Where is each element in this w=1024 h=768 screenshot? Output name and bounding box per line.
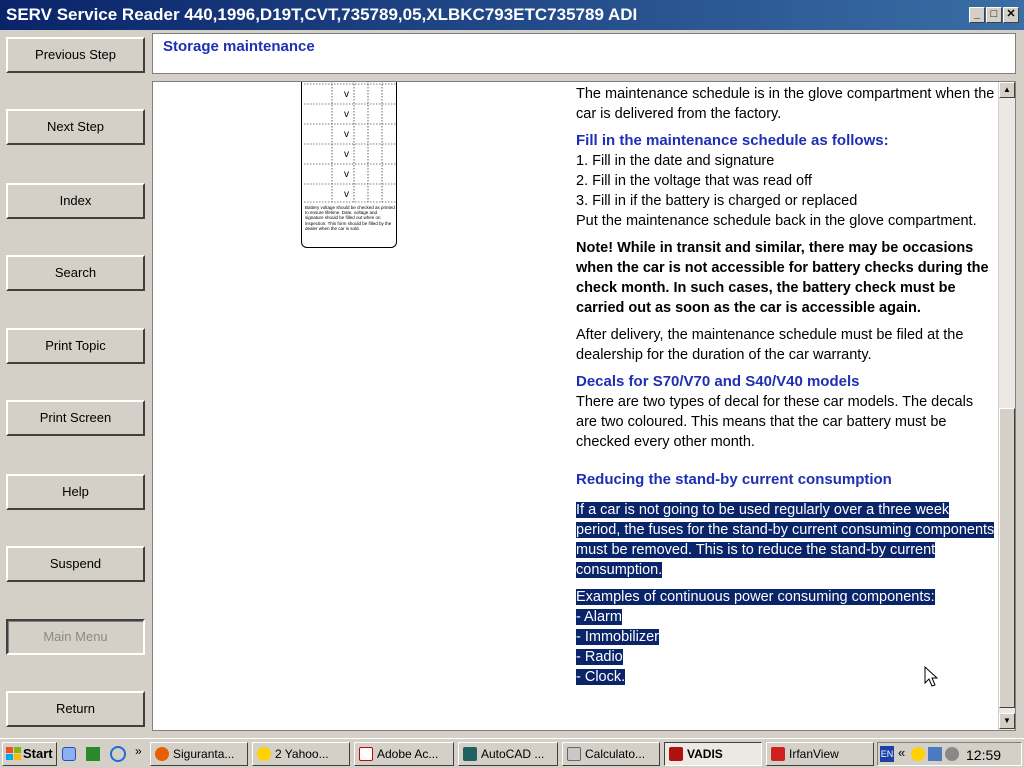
list-item: - Radio: [576, 649, 623, 665]
selected-paragraph: Examples of continuous power consuming c…: [576, 589, 935, 605]
windows-logo-icon: [6, 747, 21, 760]
vadis-icon: [669, 747, 683, 761]
decal-check-mark: v: [344, 189, 349, 200]
step-item: 2. Fill in the voltage that was read off: [576, 173, 812, 189]
decal-fine-print: Battery voltage should be checked as pri…: [305, 205, 395, 231]
decal-check-mark: v: [344, 89, 349, 100]
step-item: 1. Fill in the date and signature: [576, 153, 775, 169]
next-step-button[interactable]: Next Step: [6, 109, 145, 145]
vertical-scrollbar[interactable]: ▲ ▼: [998, 82, 1015, 730]
scroll-up-icon[interactable]: ▲: [999, 82, 1015, 98]
suspend-button[interactable]: Suspend: [6, 546, 145, 582]
network-tray-icon[interactable]: [928, 747, 942, 761]
return-button[interactable]: Return: [6, 691, 145, 727]
content-pane[interactable]: v v v v v v Battery voltage should be ch…: [152, 81, 1016, 731]
task-autocad[interactable]: AutoCAD ...: [458, 742, 558, 766]
maximize-button[interactable]: □: [986, 7, 1002, 23]
print-screen-button[interactable]: Print Screen: [6, 400, 145, 436]
print-topic-button[interactable]: Print Topic: [6, 328, 145, 364]
task-firefox[interactable]: Siguranta...: [150, 742, 248, 766]
scrollbar-thumb[interactable]: [999, 408, 1015, 708]
clock[interactable]: 12:59: [966, 746, 1001, 764]
tray-expand-icon[interactable]: «: [898, 745, 905, 760]
desktop-icon[interactable]: [62, 747, 76, 761]
paragraph: After delivery, the maintenance schedule…: [576, 327, 964, 363]
paragraph: The maintenance schedule is in the glove…: [576, 86, 995, 122]
page-title: Storage maintenance: [163, 38, 315, 55]
app-quicklaunch-icon[interactable]: [86, 747, 100, 761]
window-title: SERV Service Reader 440,1996,D19T,CVT,73…: [6, 5, 638, 24]
calculator-icon: [567, 747, 581, 761]
start-label: Start: [23, 746, 53, 761]
section-heading: Fill in the maintenance schedule as foll…: [576, 132, 889, 149]
decal-check-mark: v: [344, 149, 349, 160]
system-tray: EN « 12:59: [877, 742, 1022, 766]
taskbar: Start » Siguranta... 2 Yahoo... Adobe Ac…: [0, 738, 1024, 768]
irfanview-icon: [771, 747, 785, 761]
section-heading: Reducing the stand-by current consumptio…: [576, 471, 892, 488]
main-menu-button[interactable]: Main Menu: [6, 619, 145, 655]
index-button[interactable]: Index: [6, 183, 145, 219]
autocad-icon: [463, 747, 477, 761]
adobe-reader-icon: [359, 747, 373, 761]
task-adobe[interactable]: Adobe Ac...: [354, 742, 454, 766]
topic-text: The maintenance schedule is in the glove…: [576, 84, 996, 687]
scroll-down-icon[interactable]: ▼: [999, 713, 1015, 729]
decal-check-mark: v: [344, 109, 349, 120]
yahoo-messenger-icon: [257, 747, 271, 761]
paragraph: Put the maintenance schedule back in the…: [576, 213, 977, 229]
firefox-icon: [155, 747, 169, 761]
previous-step-button[interactable]: Previous Step: [6, 37, 145, 73]
decal-check-mark: v: [344, 169, 349, 180]
section-heading: Decals for S70/V70 and S40/V40 models: [576, 373, 860, 390]
close-button[interactable]: ✕: [1003, 7, 1019, 23]
language-indicator[interactable]: EN: [880, 746, 894, 762]
messenger-tray-icon[interactable]: [911, 747, 925, 761]
selected-paragraph: If a car is not going to be used regular…: [576, 502, 995, 578]
list-item: - Alarm: [576, 609, 622, 625]
minimize-button[interactable]: _: [969, 7, 985, 23]
task-yahoo[interactable]: 2 Yahoo...: [252, 742, 350, 766]
task-calculator[interactable]: Calculato...: [562, 742, 660, 766]
internet-explorer-icon[interactable]: [110, 746, 126, 762]
help-button[interactable]: Help: [6, 474, 145, 510]
decal-check-mark: v: [344, 129, 349, 140]
paragraph: There are two types of decal for these c…: [576, 394, 974, 450]
list-item: - Immobilizer: [576, 629, 659, 645]
step-item: 3. Fill in if the battery is charged or …: [576, 193, 858, 209]
quicklaunch-more-icon[interactable]: »: [135, 744, 142, 758]
start-button[interactable]: Start: [2, 742, 57, 766]
note-paragraph: Note! While in transit and similar, ther…: [576, 240, 989, 316]
volume-tray-icon[interactable]: [945, 747, 959, 761]
maintenance-decal-illustration: v v v v v v Battery voltage should be ch…: [301, 82, 397, 248]
title-bar: SERV Service Reader 440,1996,D19T,CVT,73…: [0, 0, 1024, 30]
task-irfanview[interactable]: IrfanView: [766, 742, 874, 766]
task-vadis[interactable]: VADIS: [664, 742, 762, 766]
search-button[interactable]: Search: [6, 255, 145, 291]
topic-header: Storage maintenance: [152, 33, 1016, 74]
mouse-pointer-icon: [924, 666, 938, 687]
